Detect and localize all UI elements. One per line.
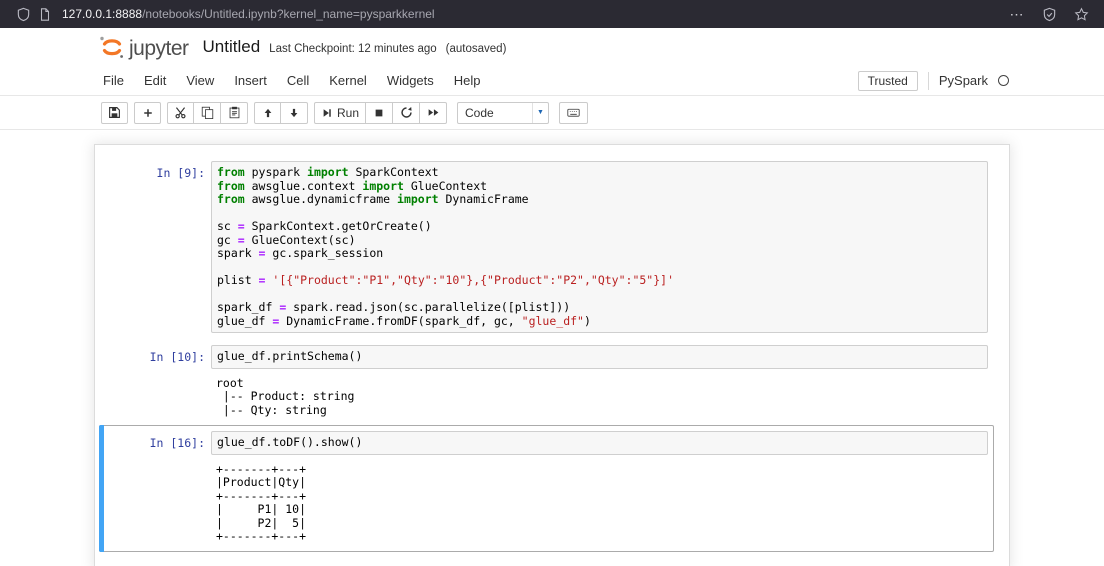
jupyter-logo[interactable]: jupyter [97, 34, 189, 61]
paste-cell-button[interactable] [221, 101, 248, 124]
scissors-icon [175, 107, 186, 119]
restart-icon [400, 106, 412, 118]
select-dropdown-arrow-icon: ▼ [532, 102, 548, 123]
notebook-cells: In [9]: from pyspark import SparkContext f… [94, 144, 1010, 566]
bookmark-star-icon[interactable] [1070, 3, 1092, 25]
code-input[interactable]: glue_df.printSchema() [211, 345, 988, 369]
kernel-name: PySpark [938, 73, 988, 88]
url-bar[interactable]: 127.0.0.1:8888/notebooks/Untitled.ipynb?… [62, 7, 435, 21]
toolbar: Run Code ▼ [0, 96, 1104, 130]
tracking-protection-shield-icon[interactable] [12, 3, 34, 25]
save-icon [109, 107, 120, 118]
page-info-icon[interactable] [34, 3, 56, 25]
menu-item-kernel[interactable]: Kernel [319, 66, 377, 95]
notebook-header: jupyter Untitled Last Checkpoint: 12 min… [0, 28, 1104, 130]
code-input[interactable]: glue_df.toDF().show() [211, 431, 988, 455]
interrupt-kernel-button[interactable] [366, 101, 394, 124]
url-path: /notebooks/Untitled.ipynb?kernel_name=py… [142, 7, 435, 21]
add-cell-button[interactable] [134, 101, 161, 124]
jupyter-logo-text: jupyter [129, 36, 189, 60]
input-prompt: In [9]: [156, 166, 205, 180]
fast-forward-icon [428, 109, 438, 116]
input-prompt: In [10]: [149, 350, 205, 364]
notebook-title[interactable]: Untitled [203, 37, 261, 57]
menubar-divider [927, 71, 929, 90]
bookmark-shield-icon[interactable] [1038, 3, 1060, 25]
menu-item-insert[interactable]: Insert [224, 66, 277, 95]
command-palette-button[interactable] [559, 101, 589, 124]
copy-cell-button[interactable] [194, 101, 221, 124]
paste-icon [229, 106, 239, 119]
browser-toolbar: 127.0.0.1:8888/notebooks/Untitled.ipynb?… [0, 0, 1104, 28]
menu-item-widgets[interactable]: Widgets [377, 66, 444, 95]
menu-item-cell[interactable]: Cell [277, 66, 319, 95]
restart-run-all-button[interactable] [420, 101, 448, 124]
code-input[interactable]: from pyspark import SparkContext from aws… [211, 161, 988, 333]
kernel-idle-icon [998, 75, 1009, 86]
stop-icon [375, 109, 383, 116]
code-cell[interactable]: In [16]: glue_df.toDF().show() +-------+--… [99, 425, 994, 552]
cut-cell-button[interactable] [167, 101, 194, 124]
keyboard-icon [567, 108, 580, 117]
move-cell-up-button[interactable] [254, 101, 281, 124]
menu-item-edit[interactable]: Edit [134, 66, 176, 95]
move-cell-down-button[interactable] [281, 101, 308, 124]
output-prompt [105, 458, 211, 546]
arrow-up-icon [264, 108, 271, 117]
cell-output: root |-- Product: string |-- Qty: string [216, 375, 355, 417]
run-button-label: Run [337, 105, 360, 120]
jupyter-logo-icon [100, 36, 123, 58]
code-cell[interactable]: In [9]: from pyspark import SparkContext f… [99, 155, 994, 339]
trusted-badge[interactable]: Trusted [857, 70, 918, 91]
menubar: File Edit View Insert Cell Kernel Widgets Help … [0, 66, 1104, 96]
output-prompt [105, 372, 211, 420]
input-prompt: In [16]: [149, 436, 205, 450]
save-button[interactable] [101, 101, 128, 124]
code-cell[interactable]: In [10]: glue_df.printSchema()root |-- Pr… [99, 339, 994, 425]
copy-icon [201, 106, 213, 119]
url-host: 127.0.0.1:8888 [62, 7, 143, 21]
autosave-status: (autosaved) [445, 43, 507, 55]
run-cell-button[interactable]: Run [314, 101, 367, 124]
menu-item-file[interactable]: File [93, 66, 134, 95]
menu-item-help[interactable]: Help [444, 66, 491, 95]
step-forward-icon [323, 108, 331, 117]
menubar-items: File Edit View Insert Cell Kernel Widgets Help [93, 66, 491, 95]
plus-icon [143, 108, 152, 117]
arrow-down-icon [290, 108, 298, 117]
cell-type-select[interactable]: Code ▼ [457, 101, 550, 124]
notebook-site: In [9]: from pyspark import SparkContext f… [0, 130, 1104, 566]
overflow-menu-icon[interactable]: ⋯ [1006, 3, 1028, 25]
menu-item-view[interactable]: View [176, 66, 224, 95]
cell-output: +-------+---+ |Product|Qty| +-------+---… [216, 461, 307, 543]
checkpoint-text: Last Checkpoint: 12 minutes ago [269, 43, 437, 55]
cell-type-value: Code [465, 105, 494, 120]
restart-kernel-button[interactable] [393, 101, 421, 124]
